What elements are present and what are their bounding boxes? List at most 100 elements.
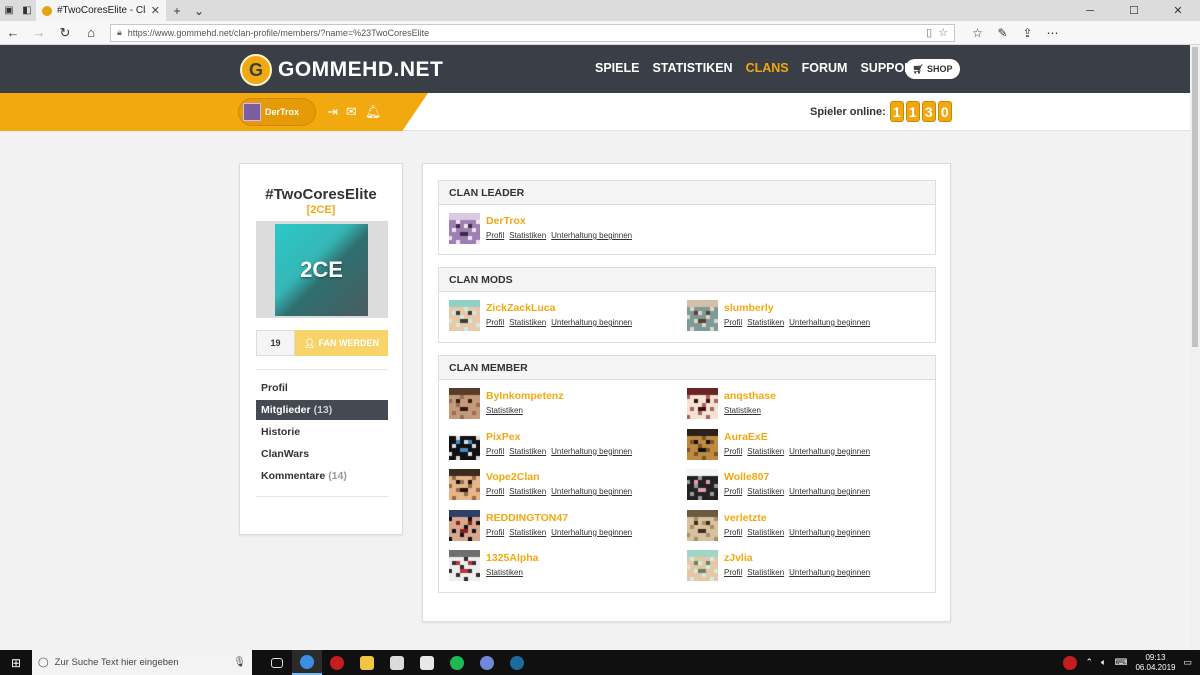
tab-actions-icon[interactable]: ▣	[0, 0, 18, 21]
member-statistiken-link[interactable]: Statistiken	[747, 487, 784, 496]
member-chat-link[interactable]: Unterhaltung beginnen	[551, 528, 632, 537]
red-app-icon[interactable]	[322, 650, 352, 675]
member-profil-link[interactable]: Profil	[724, 318, 742, 327]
member-chat-link[interactable]: Unterhaltung beginnen	[789, 447, 870, 456]
nav-spiele[interactable]: SPIELE	[595, 61, 639, 75]
member-profil-link[interactable]: Profil	[724, 528, 742, 537]
member-statistiken-link[interactable]: Statistiken	[747, 447, 784, 456]
favorite-star-icon[interactable]: ☆	[938, 26, 948, 39]
back-icon[interactable]: ←	[0, 25, 26, 40]
notifications-icon[interactable]: ▭	[1183, 657, 1192, 668]
member-name-link[interactable]: zJvlia	[724, 552, 753, 564]
task-view-icon[interactable]	[262, 650, 292, 675]
close-window-icon[interactable]: ✕	[1156, 0, 1200, 21]
spotify-app-icon[interactable]	[442, 650, 472, 675]
windows-start-icon[interactable]: ⊞	[0, 656, 32, 670]
taskbar-search[interactable]: ◯ Zur Suche Text hier eingeben 🎙︎	[32, 650, 252, 675]
member-name-link[interactable]: REDDINGTON47	[486, 512, 568, 524]
mail-icon[interactable]: ✉	[346, 104, 357, 120]
home-icon[interactable]: ⌂	[78, 25, 104, 40]
microphone-icon[interactable]: 🎙︎	[233, 657, 246, 668]
avatar[interactable]	[687, 550, 718, 581]
close-tab-icon[interactable]: ✕	[151, 4, 160, 17]
file-explorer-icon[interactable]	[352, 650, 382, 675]
shop-button[interactable]: 🛒︎ SHOP	[905, 59, 960, 79]
reading-view-icon[interactable]: ▯	[926, 26, 932, 39]
clan-menu-mitglieder[interactable]: Mitglieder (13)	[256, 400, 388, 420]
avatar[interactable]	[449, 550, 480, 581]
store-app-icon[interactable]	[412, 650, 442, 675]
member-name-link[interactable]: PixPex	[486, 431, 520, 443]
discord-app-icon[interactable]	[472, 650, 502, 675]
refresh-icon[interactable]: ↻	[52, 25, 78, 41]
member-name-link[interactable]: Wolle807	[724, 471, 769, 483]
member-statistiken-link[interactable]: Statistiken	[724, 406, 761, 415]
url-field[interactable]: 🔒︎ https://www.gommehd.net/clan-profile/…	[110, 23, 955, 42]
nav-forum[interactable]: FORUM	[802, 61, 848, 75]
member-name-link[interactable]: 1325Alpha	[486, 552, 539, 564]
avatar[interactable]	[687, 428, 718, 460]
share-icon[interactable]: ⇪	[1015, 26, 1040, 40]
member-name-link[interactable]: anqsthase	[724, 390, 776, 402]
more-icon[interactable]: ⋯	[1040, 26, 1065, 40]
member-profil-link[interactable]: Profil	[486, 487, 504, 496]
mail-app-icon[interactable]	[382, 650, 412, 675]
browser-tab[interactable]: #TwoCoresElite - Clan M ✕	[36, 0, 166, 21]
member-profil-link[interactable]: Profil	[486, 528, 504, 537]
clan-menu-historie[interactable]: Historie	[256, 422, 388, 442]
member-chat-link[interactable]: Unterhaltung beginnen	[789, 528, 870, 537]
member-statistiken-link[interactable]: Statistiken	[509, 487, 546, 496]
tab-list-chevron-icon[interactable]: ⌄	[188, 0, 210, 21]
member-name-link[interactable]: Vope2Clan	[486, 471, 539, 483]
member-name-link[interactable]: AuraExE	[724, 431, 768, 443]
nav-clans[interactable]: CLANS	[746, 61, 789, 75]
volume-icon[interactable]: 🔈︎	[1101, 657, 1106, 668]
member-statistiken-link[interactable]: Statistiken	[509, 528, 546, 537]
member-statistiken-link[interactable]: Statistiken	[747, 528, 784, 537]
steam-app-icon[interactable]	[502, 650, 532, 675]
member-chat-link[interactable]: Unterhaltung beginnen	[551, 231, 632, 240]
member-name-link[interactable]: ByInkompetenz	[486, 390, 564, 402]
member-statistiken-link[interactable]: Statistiken	[747, 318, 784, 327]
clan-menu-kommentare[interactable]: Kommentare (14)	[256, 466, 388, 486]
language-icon[interactable]: ⌨	[1114, 657, 1127, 668]
member-statistiken-link[interactable]: Statistiken	[747, 568, 784, 577]
become-fan-button[interactable]: 👤︎ FAN WERDEN	[295, 330, 388, 356]
avatar[interactable]	[687, 388, 718, 419]
logout-icon[interactable]: ⇥	[327, 104, 338, 120]
avatar[interactable]	[687, 509, 718, 541]
favorites-icon[interactable]: ☆	[965, 26, 990, 40]
member-statistiken-link[interactable]: Statistiken	[509, 231, 546, 240]
clan-menu-clanwars[interactable]: ClanWars	[256, 444, 388, 464]
member-name-link[interactable]: verletzte	[724, 512, 767, 524]
user-profile-button[interactable]: DerTrox	[238, 98, 316, 126]
forward-icon[interactable]: →	[26, 25, 52, 40]
member-profil-link[interactable]: Profil	[724, 487, 742, 496]
page-scrollbar[interactable]	[1190, 45, 1200, 650]
avatar[interactable]	[449, 388, 480, 419]
member-profil-link[interactable]: Profil	[724, 447, 742, 456]
member-chat-link[interactable]: Unterhaltung beginnen	[551, 318, 632, 327]
member-chat-link[interactable]: Unterhaltung beginnen	[551, 487, 632, 496]
member-chat-link[interactable]: Unterhaltung beginnen	[789, 568, 870, 577]
maximize-icon[interactable]: ☐	[1112, 0, 1156, 21]
member-chat-link[interactable]: Unterhaltung beginnen	[789, 318, 870, 327]
avatar[interactable]	[687, 300, 718, 331]
avatar[interactable]	[449, 469, 480, 500]
member-profil-link[interactable]: Profil	[724, 568, 742, 577]
chevron-up-icon[interactable]: ⌃	[1085, 657, 1093, 668]
new-tab-button[interactable]: +	[166, 0, 188, 21]
avatar[interactable]	[687, 469, 718, 500]
member-name-link[interactable]: DerTrox	[486, 215, 526, 227]
member-profil-link[interactable]: Profil	[486, 447, 504, 456]
tray-app-icon[interactable]	[1063, 655, 1078, 670]
member-statistiken-link[interactable]: Statistiken	[509, 447, 546, 456]
member-name-link[interactable]: ZickZackLuca	[486, 302, 555, 314]
avatar[interactable]	[449, 428, 480, 460]
clock[interactable]: 09:13 06.04.2019	[1135, 653, 1175, 673]
member-profil-link[interactable]: Profil	[486, 318, 504, 327]
member-chat-link[interactable]: Unterhaltung beginnen	[551, 447, 632, 456]
clan-menu-profil[interactable]: Profil	[256, 378, 388, 398]
site-logo[interactable]: G GOMMEHD.NET	[240, 54, 443, 86]
scrollbar-thumb[interactable]	[1192, 47, 1198, 347]
